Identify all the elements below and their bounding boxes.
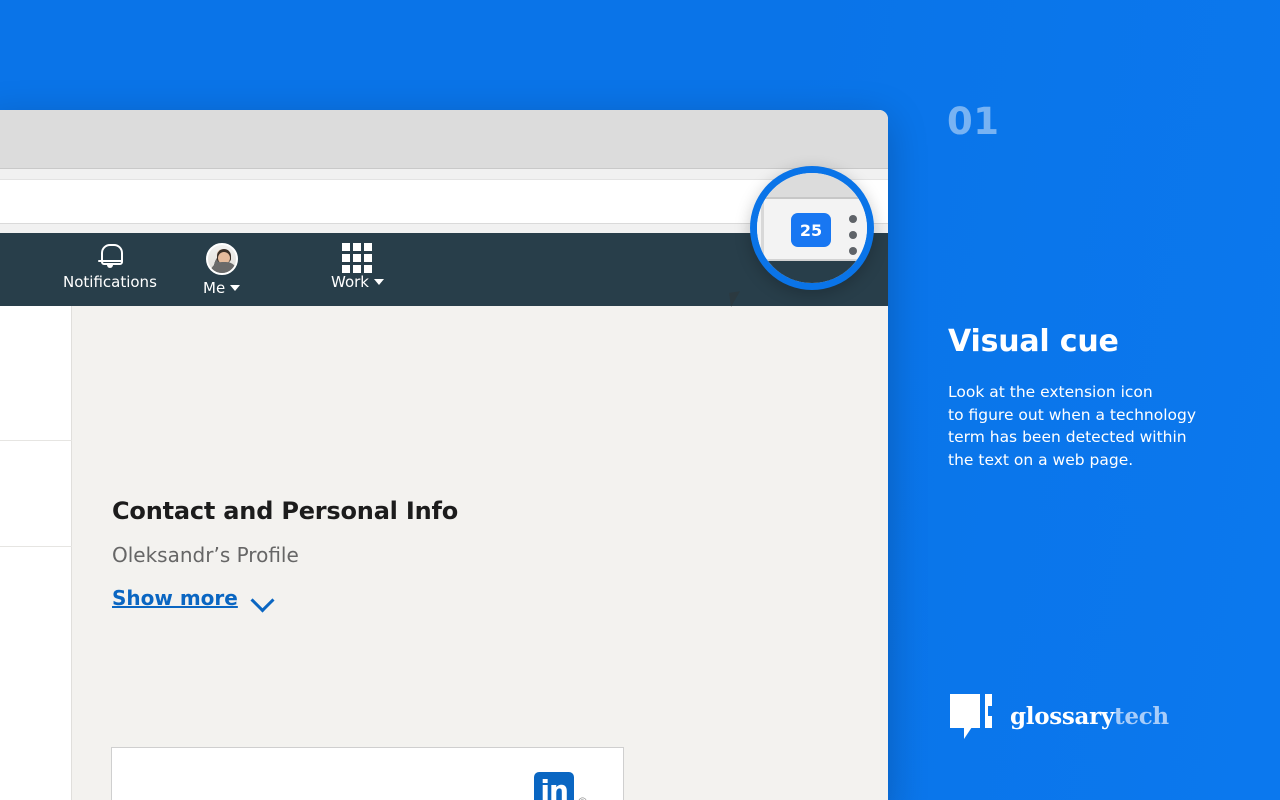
brand-name-secondary: tech	[1114, 702, 1169, 730]
show-more-label: Show more	[112, 586, 238, 610]
nav-item-notifications[interactable]: Notifications	[63, 243, 157, 299]
rail-divider	[0, 546, 72, 547]
callout-body-line: the text on a web page.	[948, 450, 1134, 469]
chevron-down-icon	[373, 279, 384, 285]
nav-item-me-label: Me	[203, 279, 241, 297]
callout-body-line: to figure out when a technology	[948, 405, 1196, 424]
browser-toolbar-gap	[0, 169, 888, 179]
linkedin-logo: in ®	[534, 772, 587, 800]
bell-icon	[97, 243, 123, 269]
glossarytech-wordmark: glossarytech	[1010, 703, 1169, 730]
nav-item-work[interactable]: Work	[331, 243, 384, 299]
chevron-down-icon	[252, 592, 274, 604]
callout-body-line: term has been detected within	[948, 428, 1187, 446]
linkedin-mark-icon: in	[534, 772, 575, 800]
brand-name-primary: glossary	[1010, 702, 1115, 730]
rail-divider	[0, 440, 72, 441]
callout-title: Visual cue	[948, 324, 1119, 359]
registered-mark: ®	[578, 795, 587, 800]
magnified-extension-badge[interactable]: 25	[791, 213, 831, 247]
magnifier-callout: 25	[750, 166, 874, 290]
callout-body: Look at the extension icon to figure out…	[948, 381, 1248, 471]
avatar	[205, 243, 238, 275]
grid-apps-icon	[342, 243, 373, 273]
browser-tab-strip[interactable]	[0, 110, 888, 168]
nav-item-work-label: Work	[331, 273, 384, 291]
glossarytech-logo: glossarytech	[950, 690, 1169, 742]
step-number: 01	[947, 100, 1000, 143]
page-subtitle: Oleksandr’s Profile	[112, 543, 299, 567]
mouse-cursor-icon	[729, 291, 742, 307]
screenshot-stage: 01 Visual cue Look at the extension icon…	[0, 0, 1280, 800]
linkedin-page-body: Contact and Personal Info Oleksandr’s Pr…	[0, 306, 888, 800]
page-title: Contact and Personal Info	[112, 497, 459, 525]
nav-item-notifications-label: Notifications	[63, 273, 157, 291]
left-rail	[0, 306, 72, 800]
linkedin-logo-text: in	[540, 774, 569, 800]
glossarytech-logo-icon	[950, 692, 996, 740]
nav-item-me[interactable]: Me	[203, 243, 241, 299]
magnified-kebab-menu-icon[interactable]	[849, 215, 857, 263]
promo-card: in ® Find your next opportunity	[111, 747, 624, 800]
chevron-down-icon	[230, 285, 241, 291]
callout-body-line: Look at the extension icon	[948, 383, 1153, 401]
show-more-link[interactable]: Show more	[112, 586, 274, 610]
